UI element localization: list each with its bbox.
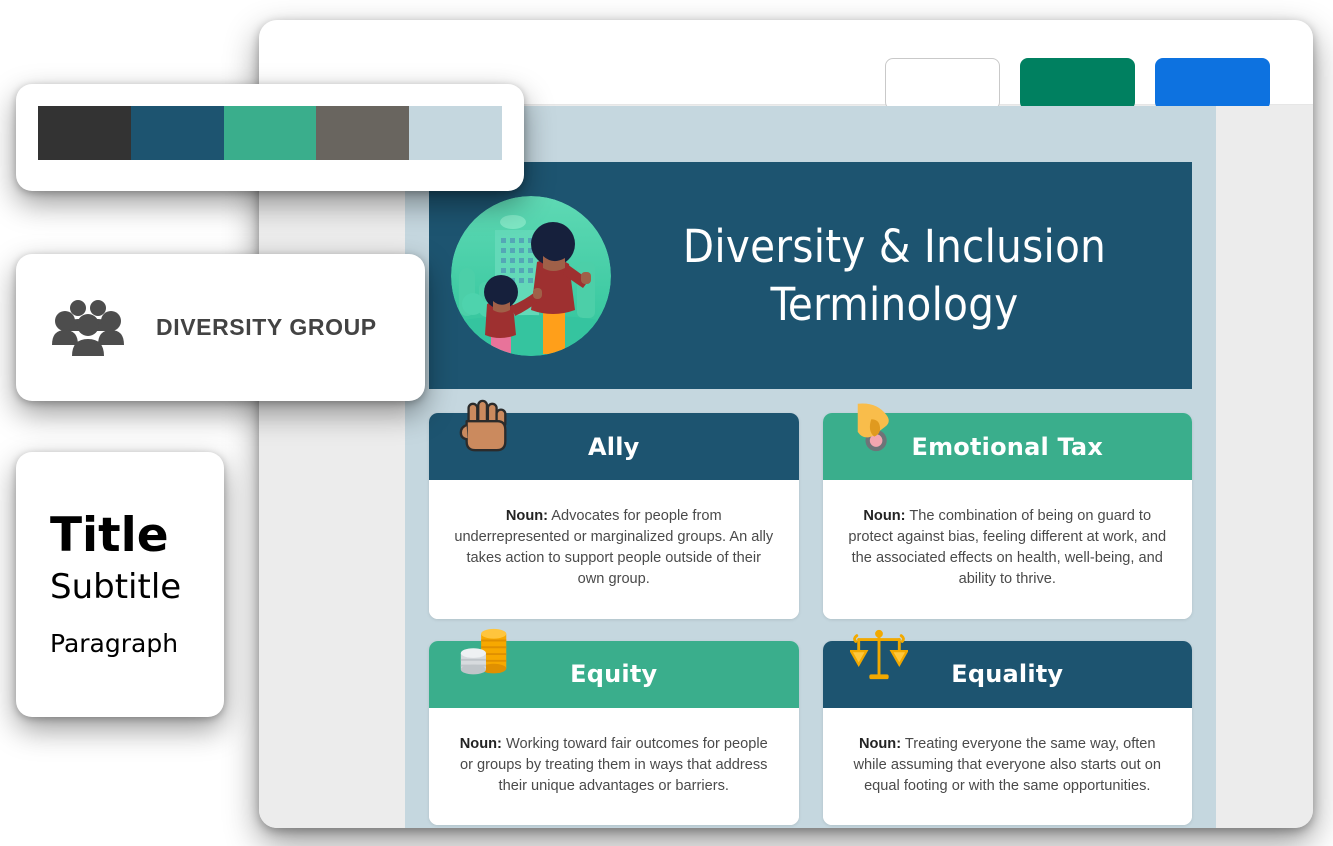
poster-title-line-2: Terminology (770, 277, 1019, 331)
color-swatch-1[interactable] (38, 106, 131, 160)
part-of-speech: Noun: (505, 508, 549, 524)
definition-text: Working toward fair outcomes for people … (460, 735, 768, 794)
screenshot-stage: Diversity & Inclusion Terminology Ally N… (0, 0, 1333, 846)
color-swatch-3[interactable] (223, 106, 317, 160)
part-of-speech: Noun: (459, 735, 502, 752)
poster-title-line-1: Diversity & Inclusion (682, 219, 1107, 273)
term-card-equity[interactable]: Equity Noun: Working toward fair outcome… (429, 628, 799, 826)
term-card-header: Equality (822, 629, 1192, 708)
hand-with-coin-icon (849, 397, 909, 457)
term-definition: Noun: Treating everyone the same way, of… (822, 707, 1192, 826)
color-swatch-5[interactable] (409, 106, 502, 160)
term-card-ally[interactable]: Ally Noun: Advocates for people from und… (429, 399, 799, 619)
term-definition: Noun: The combination of being on guard … (822, 480, 1192, 619)
term-definition: Noun: Advocates for people from underrep… (429, 480, 799, 619)
term-card-emotional-tax[interactable]: Emotional Tax Noun: The combination of b… (822, 403, 1192, 619)
color-swatch-2[interactable] (130, 106, 224, 160)
raised-fist-icon (455, 397, 515, 457)
poster-title: Diversity & Inclusion Terminology (611, 218, 1192, 333)
primary-green-button[interactable] (1020, 58, 1135, 110)
color-swatch-4[interactable] (316, 106, 410, 160)
term-card-header: Equity (429, 628, 799, 708)
term-card-equality[interactable]: Equality Noun: Treating everyone the sam… (822, 629, 1192, 826)
term-definition: Noun: Working toward fair outcomes for p… (429, 707, 799, 826)
primary-blue-button[interactable] (1155, 58, 1270, 110)
color-palette-card (16, 84, 524, 191)
poster-header: Diversity & Inclusion Terminology (429, 162, 1192, 389)
group-of-people-icon (52, 299, 124, 357)
type-sample-paragraph: Paragraph (50, 629, 179, 659)
term-title: Equity (570, 660, 658, 689)
adult-and-child-cityscape-illustration (451, 195, 611, 356)
term-card-header: Emotional Tax (822, 403, 1192, 480)
term-title: Ally (588, 432, 640, 461)
part-of-speech: Noun: (863, 508, 906, 524)
part-of-speech: Noun: (858, 735, 902, 752)
color-swatch-strip (38, 106, 502, 160)
type-sample-title: Title (50, 507, 169, 563)
balance-scales-icon (849, 625, 909, 685)
sidebar-panel[interactable] (259, 106, 405, 828)
term-title: Equality (951, 660, 1064, 689)
workspace: Diversity & Inclusion Terminology Ally N… (259, 106, 1313, 828)
logo-name: DIVERSITY GROUP (156, 314, 377, 340)
term-title: Emotional Tax (911, 432, 1103, 461)
typography-card: Title Subtitle Paragraph (16, 452, 224, 717)
secondary-button[interactable] (885, 58, 1000, 110)
definition-text: Advocates for people from underrepresent… (454, 508, 774, 588)
term-card-grid: Ally Noun: Advocates for people from und… (429, 399, 1192, 826)
coin-stacks-icon (455, 625, 515, 685)
type-sample-subtitle: Subtitle (50, 566, 182, 607)
toolbar-actions (885, 58, 1270, 110)
design-canvas[interactable]: Diversity & Inclusion Terminology Ally N… (405, 106, 1216, 828)
term-card-header: Ally (429, 399, 799, 480)
logo-card: DIVERSITY GROUP (16, 254, 425, 401)
